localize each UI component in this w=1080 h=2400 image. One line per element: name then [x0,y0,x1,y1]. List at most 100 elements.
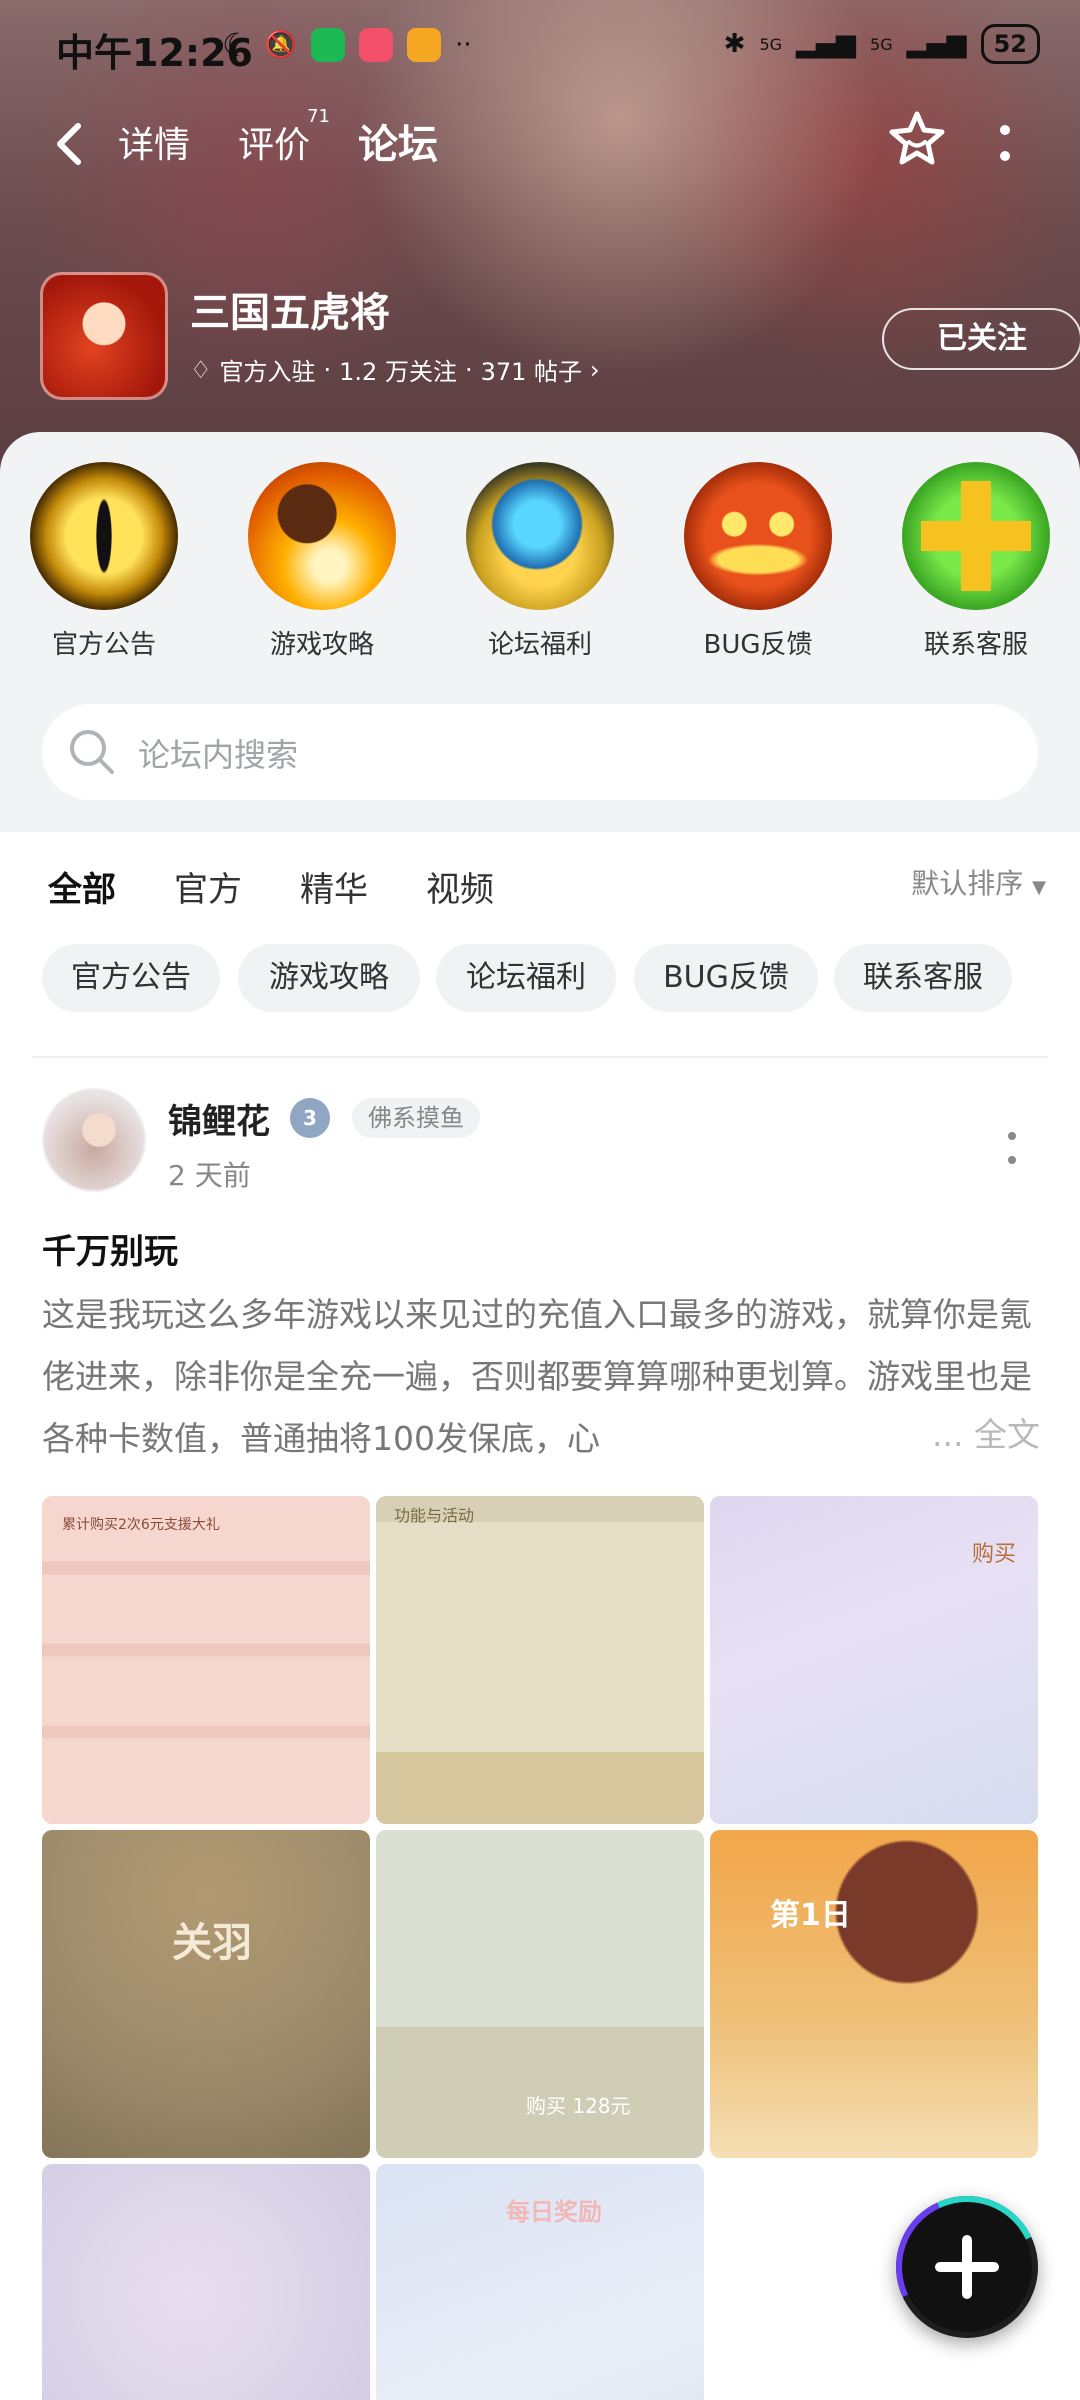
tab-review-label: 评价 [238,125,311,166]
status-notification-icons: ☾ 🔕 ·· [222,26,472,64]
category-label: 游戏攻略 [269,630,374,660]
chip-bug-report[interactable]: BUG反馈 [634,944,818,1012]
post-time: 2 天前 [168,1159,251,1192]
filter-tab-all[interactable]: 全部 [48,862,116,919]
search-icon [70,730,114,774]
post-image-7[interactable] [42,2164,370,2400]
avatar[interactable] [42,1088,146,1192]
tab-forum-label: 论坛 [358,122,438,168]
message-icon [407,28,442,62]
separator-dot: · [464,355,473,384]
post-image-3[interactable]: 购买 [710,1496,1038,1824]
forum-category-panel: 官方公告 游戏攻略 论坛福利 BUG反馈 联系客服 论坛内搜索 [0,432,1080,832]
image-caption: 购买 128元 [526,2094,631,2118]
app-notification-icon [359,28,394,62]
filter-tab-video[interactable]: 视频 [426,862,494,911]
follow-button[interactable]: 已关注 [882,308,1080,370]
filter-tab-label: 全部 [48,870,116,910]
post-image-5[interactable]: 购买 128元 [376,1830,704,2158]
tab-review[interactable]: 评价 71 [238,106,330,168]
post-image-1[interactable]: 累计购买2次6元支援大礼 [42,1496,370,1824]
filter-tab-featured[interactable]: 精华 [300,862,368,911]
status-bar: 中午12:26 ☾ 🔕 ·· ✱ 5G ▂▄▆ 5G ▂▄▆ 52 [0,0,1080,96]
diamond-icon: ♢ [190,355,212,384]
image-caption: 关羽 [172,1920,252,1966]
flame-fist-icon [248,462,396,610]
post-image-6[interactable]: 第1日 [710,1830,1038,2158]
caret-down-icon: ▼ [1032,877,1046,898]
sort-label: 默认排序 [911,867,1024,900]
topic-chips: 官方公告 游戏攻略 论坛福利 BUG反馈 联系客服 [42,944,1052,1012]
chip-forum-welfare[interactable]: 论坛福利 [436,944,616,1012]
category-label: 官方公告 [51,630,156,660]
category-forum-welfare[interactable]: 论坛福利 [460,462,620,661]
chip-game-guide[interactable]: 游戏攻略 [238,944,420,1012]
post-more-icon[interactable] [1004,1128,1020,1168]
posts-count: 371 帖子 [480,358,583,386]
bluetooth-icon: ✱ [723,29,746,59]
plus-icon [935,2235,999,2299]
signal-bars-icon-2: ▂▄▆ [906,29,967,59]
more-notifications-icon: ·· [455,30,472,60]
chip-official-notice[interactable]: 官方公告 [42,944,220,1012]
sort-dropdown[interactable]: 默认排序 ▼ [911,862,1046,902]
post-title: 千万别玩 [42,1232,178,1272]
user-tag: 佛系摸鱼 [352,1098,480,1138]
game-app-icon[interactable] [40,272,168,400]
forum-content: 全部 官方 精华 视频 默认排序 ▼ 官方公告 游戏攻略 论坛福利 BUG反馈 … [0,832,1080,2400]
image-caption: 每日奖励 [506,2198,602,2226]
moon-icon: ☾ [222,26,251,64]
green-plus-icon [902,462,1050,610]
chevron-right-icon: › [590,355,600,384]
more-options-icon[interactable] [990,116,1020,172]
signal-bars-icon: ▂▄▆ [796,29,857,59]
filter-tabs: 全部 官方 精华 视频 [48,854,1048,924]
image-caption: 功能与活动 [394,1506,475,1525]
category-customer-service[interactable]: 联系客服 [896,462,1056,661]
level-badge: 3 [290,1098,330,1138]
yellow-eye-icon [30,462,178,610]
back-arrow-icon[interactable] [48,116,92,172]
post-image-2[interactable]: 功能与活动 [376,1496,704,1824]
post-body: 这是我玩这么多年游戏以来见过的充值入口最多的游戏，就算你是氪佬进来，除非你是全充… [42,1295,1032,1458]
top-navigation: 详情 评价 71 论坛 [0,104,1080,184]
category-bug-report[interactable]: BUG反馈 [678,462,838,661]
image-caption: 累计购买2次6元支援大礼 [62,1517,220,1533]
author-name[interactable]: 锦鲤花 [168,1094,270,1143]
category-game-guide[interactable]: 游戏攻略 [242,462,402,661]
game-header-banner: 中午12:26 ☾ 🔕 ·· ✱ 5G ▂▄▆ 5G ▂▄▆ 52 详情 评价 … [0,0,1080,480]
filter-tab-official[interactable]: 官方 [174,862,242,911]
category-label: 论坛福利 [487,630,592,660]
favorite-star-icon[interactable] [886,108,948,170]
game-info: 三国五虎将 ♢ 官方入驻 · 1.2 万关注 · 371 帖子 › 已关注 [40,272,1080,402]
category-official-notice[interactable]: 官方公告 [24,462,184,661]
read-more-link[interactable]: ... 全文 [892,1408,1040,1456]
tab-detail[interactable]: 详情 [118,116,190,168]
blue-gauntlet-icon [466,462,614,610]
mute-icon: 🔕 [264,30,298,60]
chip-customer-service[interactable]: 联系客服 [834,944,1012,1012]
image-caption: 购买 [972,1542,1017,1567]
create-post-button[interactable] [896,2196,1038,2338]
category-label: 联系客服 [923,630,1028,660]
separator-dot: · [323,355,332,384]
status-right: ✱ 5G ▂▄▆ 5G ▂▄▆ 52 [724,24,1040,64]
wechat-icon [311,28,346,62]
signal-icon: 5G [759,34,783,54]
category-label: BUG反馈 [703,630,813,660]
forum-search-input[interactable]: 论坛内搜索 [42,704,1038,800]
review-count-badge: 71 [307,106,331,127]
official-label: 官方入驻 [219,358,316,386]
divider [32,1056,1048,1058]
post-image-8[interactable]: 每日奖励 [376,2164,704,2400]
game-title: 三国五虎将 [190,290,390,336]
followers-count: 1.2 万关注 [339,358,457,386]
search-placeholder: 论坛内搜索 [138,736,299,774]
battery-indicator: 52 [980,24,1040,64]
tab-forum[interactable]: 论坛 [356,112,440,174]
post-image-4[interactable]: 关羽 [42,1830,370,2158]
signal-icon-2: 5G [870,34,893,54]
image-caption: 第1日 [770,1898,851,1933]
game-meta[interactable]: ♢ 官方入驻 · 1.2 万关注 · 371 帖子 › [190,352,600,387]
pumpkin-icon [684,462,832,610]
